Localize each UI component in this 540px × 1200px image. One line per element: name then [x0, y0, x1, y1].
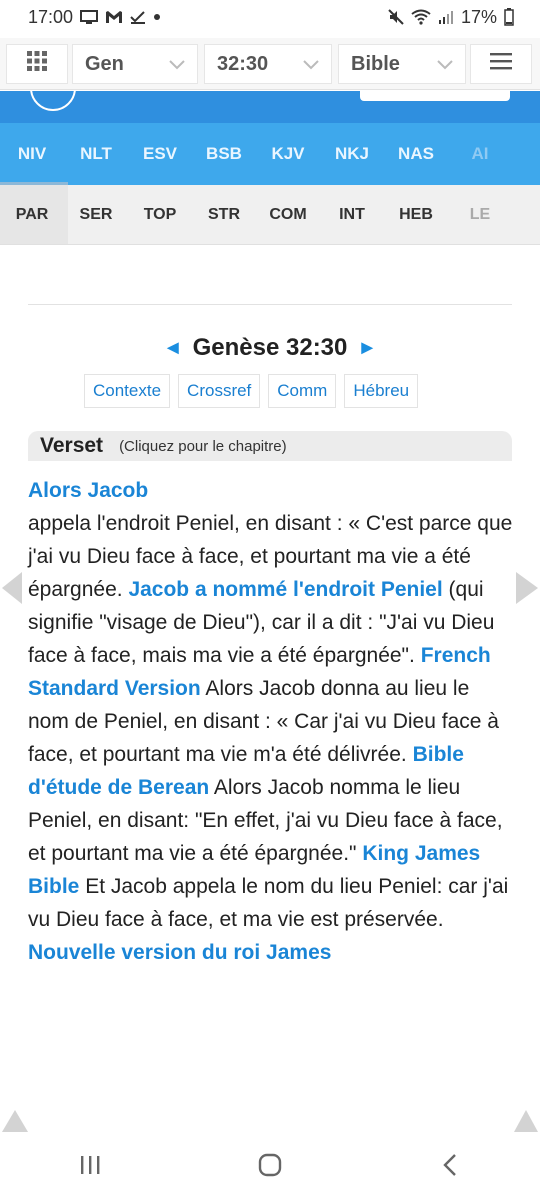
previous-page-arrow-icon[interactable] — [0, 570, 24, 606]
tab-com[interactable]: COM — [256, 206, 320, 224]
verse-title-bar: ◄ Genèse 32:30 ► — [0, 328, 540, 368]
context-link[interactable]: Contexte — [84, 374, 171, 408]
tab-str[interactable]: STR — [192, 206, 256, 224]
verse-list: Alors Jacob appela l'endroit Peniel, en … — [28, 474, 514, 969]
dot-icon — [153, 13, 161, 21]
menu-button[interactable] — [470, 44, 532, 84]
gmail-icon — [105, 10, 123, 24]
hebrew-link[interactable]: Hébreu — [344, 374, 419, 408]
search-input[interactable] — [360, 91, 510, 101]
tab-le[interactable]: LE — [448, 206, 512, 224]
home-icon — [257, 1152, 283, 1183]
verse-header[interactable]: Verset (Cliquez pour le chapitre) — [28, 431, 512, 461]
bible-select-value: Bible — [351, 52, 400, 75]
mute-icon — [388, 9, 404, 25]
grid-icon — [26, 50, 48, 78]
recent-apps-icon — [79, 1154, 101, 1181]
section-divider — [28, 304, 512, 305]
version-link[interactable]: Jacob a nommé l'endroit Peniel — [128, 578, 442, 601]
battery-percent: 17% — [460, 6, 497, 27]
tab-nlt[interactable]: NLT — [64, 144, 128, 164]
version-link[interactable]: Nouvelle version du roi James — [28, 936, 514, 969]
wifi-icon — [411, 9, 431, 25]
version-link[interactable]: Alors Jacob — [28, 474, 514, 507]
check-icon — [130, 10, 146, 24]
battery-icon — [504, 8, 514, 26]
back-button[interactable] — [420, 1147, 480, 1187]
tab-ser[interactable]: SER — [64, 206, 128, 224]
status-bar: 17:00 17% — [0, 0, 540, 34]
verse-links: Contexte Crossref Comm Hébreu — [84, 374, 419, 408]
tab-esv[interactable]: ESV — [128, 144, 192, 164]
verse-header-subtitle: (Cliquez pour le chapitre) — [119, 437, 287, 455]
next-verse-icon[interactable]: ► — [357, 337, 377, 360]
site-header — [0, 91, 540, 123]
tab-bsb[interactable]: BSB — [192, 144, 256, 164]
chevron-down-icon — [169, 53, 185, 76]
translation-tabs: NIV NLT ESV BSB KJV NKJ NAS AI — [0, 123, 540, 185]
book-select-value: Gen — [85, 52, 124, 75]
chevron-down-icon — [303, 53, 319, 76]
tool-tabs: PAR SER TOP STR COM INT HEB LE — [0, 185, 540, 245]
system-navigation-bar — [0, 1134, 540, 1200]
bible-select[interactable]: Bible — [338, 44, 466, 84]
scroll-up-right-icon[interactable] — [512, 1104, 540, 1134]
tab-heb[interactable]: HEB — [384, 206, 448, 224]
next-page-arrow-icon[interactable] — [514, 570, 540, 606]
chevron-down-icon — [437, 53, 453, 76]
tab-niv[interactable]: NIV — [0, 144, 64, 164]
tab-nkj[interactable]: NKJ — [320, 144, 384, 164]
status-time: 17:00 — [28, 6, 74, 27]
scroll-up-left-icon[interactable] — [0, 1104, 30, 1134]
tab-par[interactable]: PAR — [0, 206, 64, 224]
page-title: Genèse 32:30 — [192, 334, 348, 361]
apps-grid-button[interactable] — [6, 44, 68, 84]
top-navigation: Gen 32:30 Bible — [0, 38, 540, 90]
verse-header-title: Verset — [40, 434, 104, 457]
tab-ai[interactable]: AI — [448, 144, 512, 164]
crossref-link[interactable]: Crossref — [178, 374, 261, 408]
commentary-link[interactable]: Comm — [268, 374, 337, 408]
book-select[interactable]: Gen — [72, 44, 198, 84]
signal-icon — [438, 9, 454, 25]
back-icon — [441, 1153, 459, 1182]
site-logo[interactable] — [30, 91, 76, 111]
home-button[interactable] — [240, 1147, 300, 1187]
recent-apps-button[interactable] — [60, 1147, 120, 1187]
tab-kjv[interactable]: KJV — [256, 144, 320, 164]
tab-int[interactable]: INT — [320, 206, 384, 224]
previous-verse-icon[interactable]: ◄ — [163, 337, 183, 360]
tab-nas[interactable]: NAS — [384, 144, 448, 164]
verse-text: Et Jacob appela le nom du lieu Peniel: c… — [28, 875, 509, 931]
chapter-select[interactable]: 32:30 — [204, 44, 332, 84]
chapter-select-value: 32:30 — [217, 52, 269, 75]
screen-icon — [80, 10, 99, 24]
hamburger-icon — [489, 51, 513, 77]
tab-top[interactable]: TOP — [128, 206, 192, 224]
